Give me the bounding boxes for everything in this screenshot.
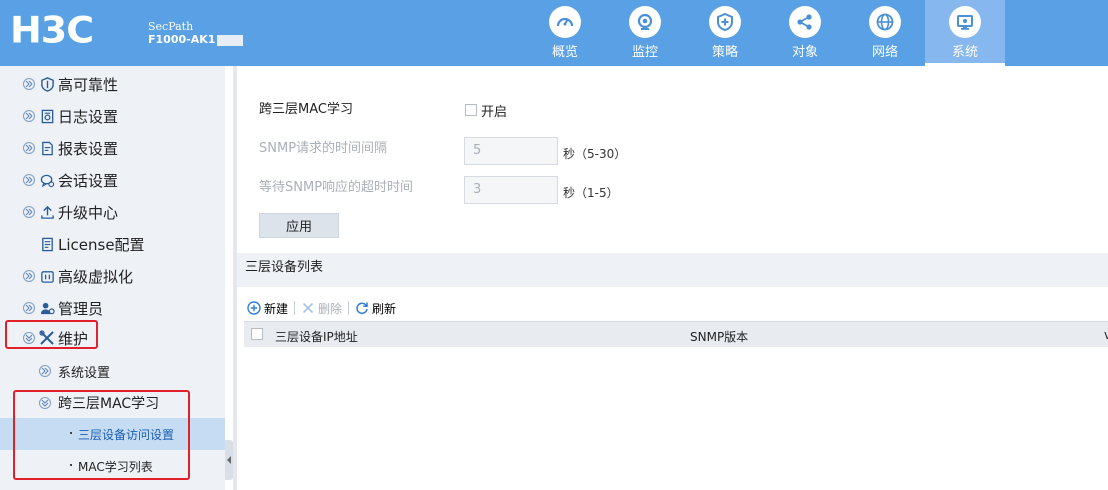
expand-icon[interactable]: [23, 174, 35, 186]
nav-network-label: 网络: [871, 45, 898, 60]
sidebar-item-label: 高可靠性: [58, 75, 119, 94]
column-header-snmp-version[interactable]: SNMP版本: [690, 328, 748, 345]
redaction-mask: [217, 34, 244, 46]
product-line: SecPath: [148, 20, 194, 33]
sidebar-item-label: 日志设置: [58, 107, 119, 126]
nav-policy[interactable]: 策略: [685, 0, 765, 66]
device-list-header-bar: [237, 253, 1108, 287]
sidebar-item-system-settings[interactable]: 系统设置: [0, 355, 225, 387]
system-monitor-icon: [949, 6, 981, 38]
sidebar: 高可靠性 日志设置 报表设置 会话设置 升级中心 License配置 高级虚拟化…: [0, 66, 225, 490]
toolbar-separator: [294, 301, 296, 315]
snmp-timeout-unit: 秒（1-5）: [563, 186, 619, 200]
expand-icon[interactable]: [23, 206, 35, 218]
cross-l3-label: 跨三层MAC学习: [259, 102, 353, 117]
column-header-truncated[interactable]: v: [1104, 328, 1108, 342]
sidebar-item-label: 升级中心: [58, 203, 119, 222]
expand-icon[interactable]: [23, 302, 35, 314]
apply-button[interactable]: 应用: [259, 213, 339, 238]
main-nav: 概览 监控 策略 对象 网络 系统: [525, 0, 1005, 66]
top-header: H3C SecPath F1000-AK1 概览 监控 策略 对象 网络 系统: [0, 0, 1108, 66]
select-all-checkbox[interactable]: [251, 328, 263, 340]
refresh-button[interactable]: 刷新: [355, 300, 396, 317]
delete-x-icon: [302, 302, 314, 314]
logo-text: H3C: [10, 9, 94, 51]
product-info: SecPath F1000-AK1: [148, 20, 244, 46]
sidebar-item-log-settings[interactable]: 日志设置: [0, 100, 225, 132]
highlight-box: [13, 390, 190, 480]
nav-network[interactable]: 网络: [845, 0, 925, 66]
new-label: 新建: [264, 301, 289, 316]
sidebar-item-report-settings[interactable]: 报表设置: [0, 132, 225, 164]
highlight-box: [5, 320, 98, 349]
sidebar-item-advanced-virtualization[interactable]: 高级虚拟化: [0, 260, 225, 292]
monitor-camera-icon: [629, 6, 661, 38]
nav-monitor[interactable]: 监控: [605, 0, 685, 66]
nav-overview[interactable]: 概览: [525, 0, 605, 66]
sidebar-collapse-handle[interactable]: [225, 440, 233, 480]
shield-icon: [39, 76, 55, 92]
sidebar-item-label: 高级虚拟化: [58, 267, 134, 286]
nav-monitor-label: 监控: [631, 45, 658, 60]
column-header-ip[interactable]: 三层设备IP地址: [275, 328, 358, 345]
refresh-icon: [356, 302, 368, 315]
sidebar-item-label: License配置: [58, 235, 145, 254]
main-content: 跨三层MAC学习 开启 SNMP请求的时间间隔 5 秒（5-30） 等待SNMP…: [237, 66, 1108, 490]
sidebar-item-high-reliability[interactable]: 高可靠性: [0, 68, 225, 100]
enable-label: 开启: [481, 105, 508, 120]
shield-plus-icon: [709, 6, 741, 38]
log-settings-icon: [39, 108, 55, 124]
nav-system[interactable]: 系统: [925, 0, 1005, 66]
nav-object-label: 对象: [791, 45, 818, 60]
sidebar-item-label: 管理员: [58, 299, 104, 318]
nav-policy-label: 策略: [711, 45, 738, 60]
admin-users-icon: [39, 300, 55, 316]
sidebar-item-license[interactable]: License配置: [0, 228, 225, 260]
snmp-interval-label: SNMP请求的时间间隔: [259, 141, 388, 156]
expand-icon[interactable]: [23, 78, 35, 90]
session-chat-icon: [39, 172, 55, 188]
sidebar-item-upgrade-center[interactable]: 升级中心: [0, 196, 225, 228]
snmp-timeout-input[interactable]: 3: [464, 176, 558, 204]
product-model: F1000-AK1: [148, 33, 244, 46]
license-icon: [39, 236, 55, 252]
sidebar-item-label: 会话设置: [58, 171, 119, 190]
h3c-logo: H3C: [10, 9, 94, 51]
virtualization-icon: [39, 268, 55, 284]
dashboard-gauge-icon: [549, 6, 581, 38]
delete-button[interactable]: 删除: [301, 300, 342, 317]
toolbar-separator: [348, 301, 350, 315]
share-nodes-icon: [789, 6, 821, 38]
sidebar-item-session-settings[interactable]: 会话设置: [0, 164, 225, 196]
plus-circle-icon: [247, 301, 261, 315]
sidebar-item-label: 系统设置: [58, 365, 111, 381]
product-model-text: F1000-AK1: [148, 33, 216, 46]
refresh-label: 刷新: [372, 301, 397, 316]
nav-object[interactable]: 对象: [765, 0, 845, 66]
delete-label: 删除: [318, 301, 343, 316]
globe-icon: [869, 6, 901, 38]
upload-icon: [39, 204, 55, 220]
device-table-header: 三层设备IP地址 SNMP版本 v: [244, 321, 1108, 347]
expand-icon[interactable]: [23, 142, 35, 154]
enable-checkbox[interactable]: [465, 104, 477, 116]
device-list-title: 三层设备列表: [245, 260, 324, 275]
report-icon: [39, 140, 55, 156]
expand-icon[interactable]: [23, 110, 35, 122]
expand-icon[interactable]: [23, 270, 35, 282]
snmp-interval-input[interactable]: 5: [464, 137, 558, 165]
sidebar-item-label: 报表设置: [58, 139, 119, 158]
nav-overview-label: 概览: [551, 45, 578, 60]
snmp-timeout-label: 等待SNMP响应的超时时间: [259, 180, 414, 195]
expand-icon[interactable]: [39, 365, 51, 377]
device-list-toolbar: 新建 删除 刷新: [247, 298, 402, 318]
new-button[interactable]: 新建: [247, 300, 288, 317]
snmp-interval-unit: 秒（5-30）: [563, 147, 627, 161]
nav-system-label: 系统: [951, 45, 978, 60]
